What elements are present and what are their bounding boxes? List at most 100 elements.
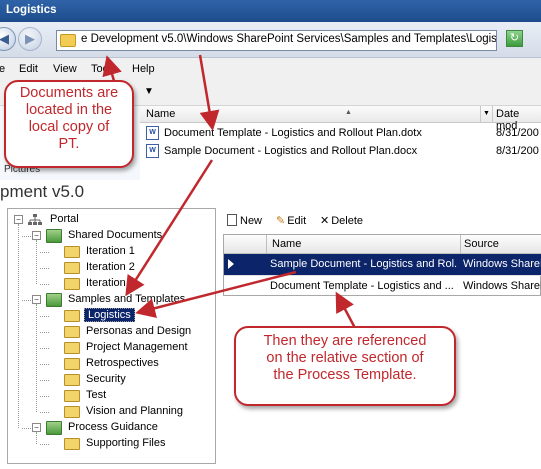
tree-node-label: Vision and Planning <box>86 405 184 417</box>
tree-node[interactable]: Security <box>8 372 213 388</box>
library-icon <box>46 421 62 435</box>
new-document-icon <box>227 214 237 226</box>
tree-connector <box>40 364 49 365</box>
sort-ascending-icon: ▲ <box>345 109 352 116</box>
menu-bar: e Edit View Tools Help <box>0 58 541 80</box>
menu-tools[interactable]: Tools <box>91 63 117 75</box>
folder-icon <box>64 390 80 402</box>
tree-connector <box>40 316 49 317</box>
tree-connector <box>40 268 49 269</box>
refresh-go-button[interactable]: ↻ <box>506 30 523 47</box>
tree-node[interactable]: − Shared Documents <box>8 228 213 244</box>
tree-node-label: Personas and Design <box>86 325 192 337</box>
site-title: pment v5.0 <box>0 182 85 201</box>
callout-line: located in the <box>25 102 113 118</box>
grid-header-name[interactable]: Name <box>272 238 301 250</box>
tree-node[interactable]: Personas and Design <box>8 324 213 340</box>
delete-button[interactable]: ✕ Delete <box>320 214 363 227</box>
file-name: Document Template - Logistics and Rollou… <box>164 127 422 139</box>
tree-guide <box>18 224 19 428</box>
row-selector-icon <box>228 259 234 269</box>
tree-node-label: Iteration 2 <box>86 261 135 273</box>
tree-node[interactable]: Iteration 2 <box>8 260 213 276</box>
edit-button[interactable]: ✎ Edit <box>276 214 306 227</box>
file-row[interactable]: W Document Template - Logistics and Roll… <box>140 125 541 142</box>
tree-node-label: Shared Documents <box>68 229 163 241</box>
tree-node-label: Supporting Files <box>86 437 166 449</box>
new-button[interactable]: New <box>227 214 262 227</box>
folder-icon <box>64 358 80 370</box>
tree-connector <box>40 380 49 381</box>
tree-node-label: Iteration 3 <box>86 277 135 289</box>
callout-local-copy: Documents are located in the local copy … <box>4 80 134 168</box>
grid-header: Name Source <box>224 235 541 254</box>
collapse-toggle[interactable]: − <box>32 295 41 304</box>
folder-icon <box>64 246 80 258</box>
forward-button[interactable]: ▶ <box>18 27 42 51</box>
grid-corner <box>224 235 267 254</box>
toolbar-dropdown-icon[interactable]: ▼ <box>144 86 154 97</box>
grid-cell-source: Windows SharePoi <box>463 280 541 292</box>
tree-node-label: Process Guidance <box>68 421 158 433</box>
arrow-to-grid <box>335 291 357 329</box>
grid-row[interactable]: Document Template - Logistics and ... Wi… <box>224 275 541 296</box>
library-icon <box>46 229 62 243</box>
tree-node[interactable]: − Process Guidance <box>8 420 213 436</box>
folder-icon <box>64 310 80 322</box>
portal-icon <box>28 214 42 226</box>
column-filter-dropdown[interactable]: ▼ <box>480 106 492 122</box>
tree-connector <box>22 236 31 237</box>
address-bar[interactable]: e Development v5.0\Windows SharePoint Se… <box>56 30 497 51</box>
callout-line: Then they are referenced <box>263 333 427 349</box>
tree-node[interactable]: − Samples and Templates <box>8 292 213 308</box>
grid-header-source[interactable]: Source <box>464 238 499 250</box>
grid-row-selected[interactable]: Sample Document - Logistics and Rol... W… <box>224 254 541 275</box>
tree-connector <box>40 444 49 445</box>
tree-node[interactable]: Iteration 3 <box>8 276 213 292</box>
tree-node[interactable]: − Portal <box>8 212 213 228</box>
collapse-toggle[interactable]: − <box>14 215 23 224</box>
folder-icon <box>64 406 80 418</box>
edit-button-label: Edit <box>287 215 307 227</box>
collapse-toggle[interactable]: − <box>32 423 41 432</box>
file-name: Sample Document - Logistics and Rollout … <box>164 145 418 157</box>
address-text: e Development v5.0\Windows SharePoint Se… <box>81 33 497 45</box>
menu-help[interactable]: Help <box>132 63 155 75</box>
file-list: Name ▲ ▼ Date mod W Document Template - … <box>140 106 541 180</box>
tree-guide <box>36 304 37 412</box>
tree-node-label: Security <box>86 373 126 385</box>
tree-node[interactable]: Logistics <box>8 308 213 324</box>
tree-node[interactable]: Test <box>8 388 213 404</box>
column-header-name[interactable]: Name <box>146 108 175 120</box>
grid-cell-name: Sample Document - Logistics and Rol... <box>270 258 458 270</box>
back-button[interactable]: ◀ <box>0 27 16 51</box>
tree-connector <box>40 348 49 349</box>
tree-connector <box>40 332 49 333</box>
callout-line: the Process Template. <box>273 367 417 383</box>
collapse-toggle[interactable]: − <box>32 231 41 240</box>
column-divider <box>492 106 493 122</box>
tree-node-label: Retrospectives <box>86 357 159 369</box>
callout-line: Documents are <box>19 85 119 101</box>
file-row[interactable]: W Sample Document - Logistics and Rollou… <box>140 143 541 160</box>
folder-icon <box>64 342 80 354</box>
folder-icon <box>60 34 76 47</box>
tree-node[interactable]: Iteration 1 <box>8 244 213 260</box>
menu-edit[interactable]: Edit <box>19 63 38 75</box>
tree-node[interactable]: Retrospectives <box>8 356 213 372</box>
address-row: ◀ ▶ e Development v5.0\Windows SharePoin… <box>0 22 541 58</box>
folder-icon <box>64 278 80 290</box>
tree-node[interactable]: Project Management <box>8 340 213 356</box>
callout-line: local copy of <box>28 119 110 135</box>
tree-node[interactable]: Supporting Files <box>8 436 213 452</box>
callout-line: PT. <box>58 136 80 152</box>
tree-connector <box>40 252 49 253</box>
tree-node[interactable]: Vision and Planning <box>8 404 213 420</box>
menu-file[interactable]: e <box>0 63 5 75</box>
file-date: 8/31/200 <box>496 127 539 139</box>
callout-process-template: Then they are referenced on the relative… <box>234 326 456 406</box>
folder-icon <box>64 262 80 274</box>
grid-cell-name: Document Template - Logistics and ... <box>270 280 454 292</box>
menu-view[interactable]: View <box>53 63 77 75</box>
tree-connector <box>22 300 31 301</box>
